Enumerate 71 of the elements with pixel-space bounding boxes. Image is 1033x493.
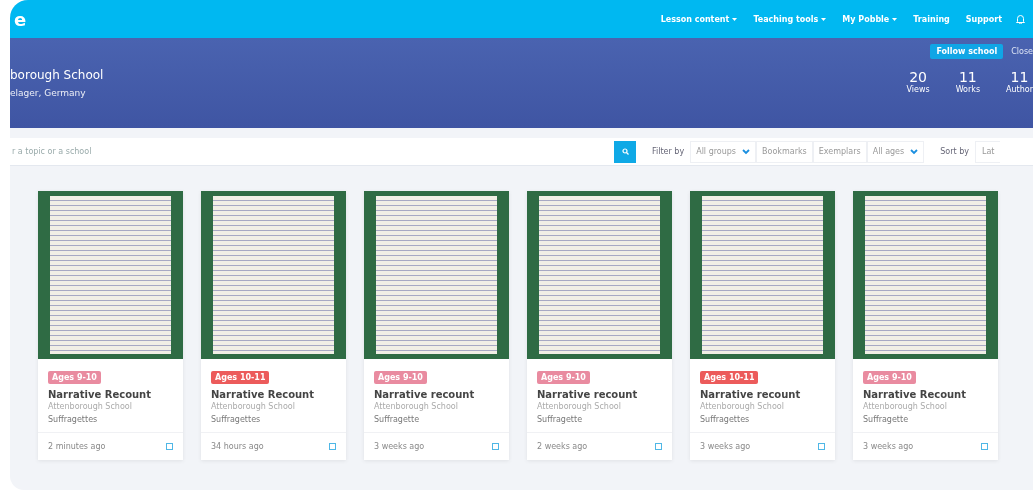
work-card[interactable]: Ages 9-10 Narrative Recount Attenborough School Suffragettes 2 minutes ago	[38, 191, 183, 460]
work-title: Narrative Recount	[211, 389, 315, 400]
bookmark-icon[interactable]	[818, 443, 825, 450]
stat-label: Author	[1006, 85, 1033, 94]
stat-value: 20	[909, 69, 927, 85]
school-name: Attenborough School	[48, 402, 132, 411]
bookmark-icon[interactable]	[329, 443, 336, 450]
nav-link[interactable]: Lesson content	[660, 14, 738, 24]
bookmark-icon[interactable]	[655, 443, 662, 450]
nav-link[interactable]: Training	[913, 14, 950, 24]
work-card[interactable]: Ages 10-11 Narrative Recount Attenborough School Suffragettes 34 hours ago	[201, 191, 346, 460]
bookmark-icon[interactable]	[981, 443, 988, 450]
bell-icon[interactable]	[1016, 14, 1025, 24]
time-ago: 3 weeks ago	[374, 442, 425, 451]
work-topic: Suffragette	[537, 415, 583, 424]
work-topic: Suffragettes	[48, 415, 98, 424]
time-ago: 3 weeks ago	[863, 442, 914, 451]
nav-link[interactable]: Teaching tools	[753, 14, 827, 24]
school-name: Attenborough School	[374, 402, 458, 411]
work-topic: Suffragette	[863, 415, 909, 424]
filter-toggle[interactable]: Exemplars	[812, 140, 867, 163]
sort-dropdown[interactable]: Lat	[974, 140, 1001, 163]
age-tag: Ages 9-10	[537, 371, 590, 384]
filter-toggle[interactable]: Bookmarks	[756, 140, 813, 163]
filter-dropdown[interactable]: All ages	[866, 140, 925, 163]
school-name: Attenborough School	[700, 402, 784, 411]
work-card[interactable]: Ages 9-10 Narrative recount Attenborough School Suffragette 3 weeks ago	[364, 191, 509, 460]
filter-label: Filter by	[652, 147, 685, 156]
logo[interactable]: e	[14, 8, 27, 30]
work-card[interactable]: Ages 10-11 Narrative recount Attenborough School Suffragettes 3 weeks ago	[690, 191, 835, 460]
work-topic: Suffragette	[374, 415, 420, 424]
school-name: Attenborough School	[863, 402, 947, 411]
chevron-icon	[910, 148, 919, 155]
chevron-icon	[742, 148, 751, 155]
search-icon	[621, 148, 629, 155]
close-button[interactable]: Close	[1011, 47, 1033, 56]
school-name: Attenborough School	[211, 402, 295, 411]
stat-value: 11	[958, 69, 977, 85]
filter-dropdown[interactable]: All groups	[690, 140, 757, 163]
age-tag: Ages 9-10	[48, 371, 101, 384]
age-tag: Ages 10-11	[211, 371, 270, 384]
nav-link[interactable]: Support	[965, 14, 1002, 24]
work-title: Narrative recount	[537, 389, 638, 400]
time-ago: 2 minutes ago	[48, 442, 106, 451]
time-ago: 34 hours ago	[211, 442, 264, 451]
age-tag: Ages 9-10	[863, 371, 916, 384]
stat-label: Works	[955, 85, 981, 94]
stat-value: 11	[1010, 69, 1029, 85]
school-name: borough School	[10, 68, 105, 82]
search-button[interactable]	[614, 140, 636, 163]
school-location: elager, Germany	[10, 88, 87, 98]
work-topic: Suffragettes	[211, 415, 261, 424]
work-card[interactable]: Ages 9-10 Narrative recount Attenborough School Suffragette 2 weeks ago	[527, 191, 672, 460]
age-tag: Ages 9-10	[374, 371, 427, 384]
work-topic: Suffragettes	[700, 415, 750, 424]
bookmark-icon[interactable]	[166, 443, 173, 450]
search-field[interactable]: r a topic or a school	[10, 138, 614, 165]
work-title: Narrative Recount	[863, 389, 967, 400]
work-title: Narrative recount	[374, 389, 475, 400]
bookmark-icon[interactable]	[492, 443, 499, 450]
stat-label: Views	[906, 85, 930, 94]
work-title: Narrative Recount	[48, 389, 152, 400]
sort-label: Sort by	[940, 147, 969, 156]
work-title: Narrative recount	[700, 389, 801, 400]
age-tag: Ages 10-11	[700, 371, 759, 384]
school-name: Attenborough School	[537, 402, 621, 411]
nav-link[interactable]: My Pobble	[842, 14, 898, 24]
time-ago: 2 weeks ago	[537, 442, 588, 451]
follow-button[interactable]: Follow school	[930, 44, 1004, 59]
work-card[interactable]: Ages 9-10 Narrative Recount Attenborough School Suffragette 3 weeks ago	[853, 191, 998, 460]
time-ago: 3 weeks ago	[700, 442, 751, 451]
